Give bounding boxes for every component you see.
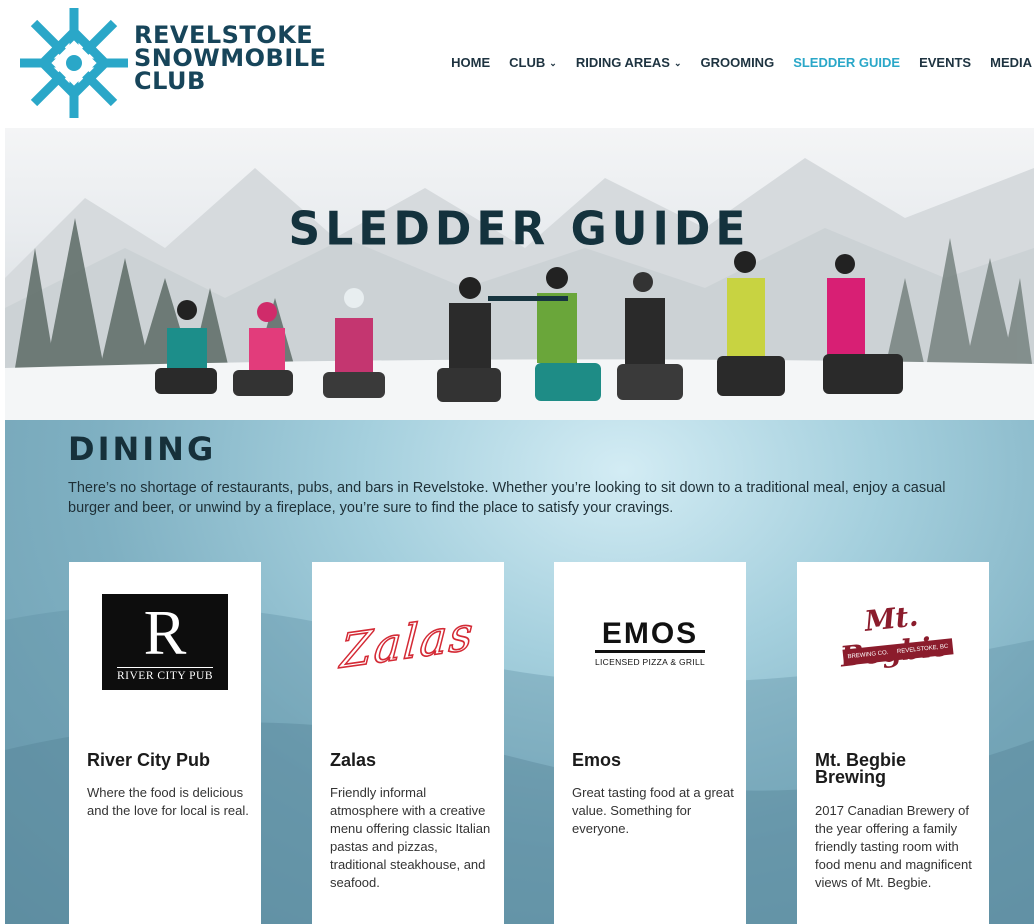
nav-label: CLUB [509, 55, 546, 70]
emos-logo: EMOS LICENSED PIZZA & GRILL [594, 617, 706, 667]
restaurant-name[interactable]: Zalas [330, 751, 490, 769]
logo-caption: RIVER CITY PUB [116, 666, 214, 682]
chevron-down-icon: ⌄ [673, 58, 682, 68]
snowy-mountain-riders-image [5, 158, 1034, 420]
restaurant-name[interactable]: River City Pub [87, 751, 247, 769]
restaurant-logo[interactable]: EMOS LICENSED PIZZA & GRILL [554, 562, 746, 722]
restaurant-card-emos[interactable]: EMOS LICENSED PIZZA & GRILL Emos Great t… [554, 562, 746, 924]
logo-wordmark: Mt. Begbie [839, 599, 951, 673]
section-title-dining: DINING [68, 430, 217, 468]
logo-line-3: CLUB [134, 67, 206, 95]
ribbon-right-text: REVELSTOKE, BC [896, 643, 949, 656]
nav-item-media[interactable]: MEDIA [990, 55, 1032, 70]
nav-item-home[interactable]: HOME [451, 55, 490, 70]
restaurant-description: 2017 Canadian Brewery of the year offeri… [815, 803, 972, 890]
restaurant-card-river-city-pub[interactable]: R RIVER CITY PUB River City Pub Where th… [69, 562, 261, 924]
nav-label: HOME [451, 55, 491, 70]
restaurant-card-mt-begbie-brewing[interactable]: Mt. Begbie BREWING CO. REVELSTOKE, BC Mt… [797, 562, 989, 924]
title-underline-bar [488, 296, 568, 301]
restaurant-description: Where the food is delicious and the love… [87, 785, 249, 818]
site-logo-text[interactable]: REVELSTOKE SNOWMOBILE CLUB [134, 23, 326, 95]
restaurant-logo[interactable]: Mt. Begbie BREWING CO. REVELSTOKE, BC [797, 562, 989, 722]
hero-banner: SLEDDER GUIDE [5, 128, 1034, 420]
restaurant-description: Great tasting food at a great value. Som… [572, 785, 734, 836]
nav-label: EVENTS [919, 55, 972, 70]
nav-label: GROOMING [700, 55, 775, 70]
logo-wordmark: EMOS [594, 617, 706, 653]
section-description: There’s no shortage of restaurants, pubs… [68, 480, 946, 516]
nav-item-sledder-guide[interactable]: SLEDDER GUIDE [793, 55, 900, 70]
restaurant-logo[interactable]: Zalas [312, 562, 504, 722]
nav-item-grooming[interactable]: GROOMING [701, 55, 775, 70]
restaurant-name[interactable]: Emos [572, 751, 732, 769]
nav-label: RIDING AREAS [575, 55, 670, 70]
logo-mark: R [143, 596, 187, 668]
zalas-logo: Zalas [338, 604, 477, 679]
restaurant-description: Friendly informal atmosphere with a crea… [330, 785, 491, 890]
nav-item-riding-areas[interactable]: RIDING AREAS ⌄ [576, 55, 682, 70]
nav-label: MEDIA [990, 55, 1032, 70]
ribbon-left-text: BREWING CO. [847, 650, 889, 661]
site-header: REVELSTOKE SNOWMOBILE CLUB HOME CLUB ⌄ RI… [0, 0, 1034, 128]
nav-item-events[interactable]: EVENTS [919, 55, 971, 70]
restaurant-name[interactable]: Mt. Begbie Brewing [815, 751, 975, 786]
main-nav: HOME CLUB ⌄ RIDING AREAS ⌄ GROOMING SLEDDE… [451, 55, 1032, 70]
dining-section: DINING There’s no shortage of restaurant… [5, 420, 1034, 924]
snowflake-logo-icon[interactable] [18, 6, 130, 120]
logo-tagline: LICENSED PIZZA & GRILL [594, 656, 706, 667]
nav-item-club[interactable]: CLUB ⌄ [509, 55, 557, 70]
chevron-down-icon: ⌄ [549, 58, 557, 68]
mt-begbie-logo: Mt. Begbie BREWING CO. REVELSTOKE, BC [813, 599, 973, 682]
restaurant-card-zalas[interactable]: Zalas Zalas Friendly informal atmosphere… [312, 562, 504, 924]
restaurant-logo[interactable]: R RIVER CITY PUB [69, 562, 261, 722]
nav-label: SLEDDER GUIDE [793, 55, 901, 70]
page-title: SLEDDER GUIDE [288, 202, 751, 257]
river-city-pub-logo: R RIVER CITY PUB [102, 594, 228, 690]
